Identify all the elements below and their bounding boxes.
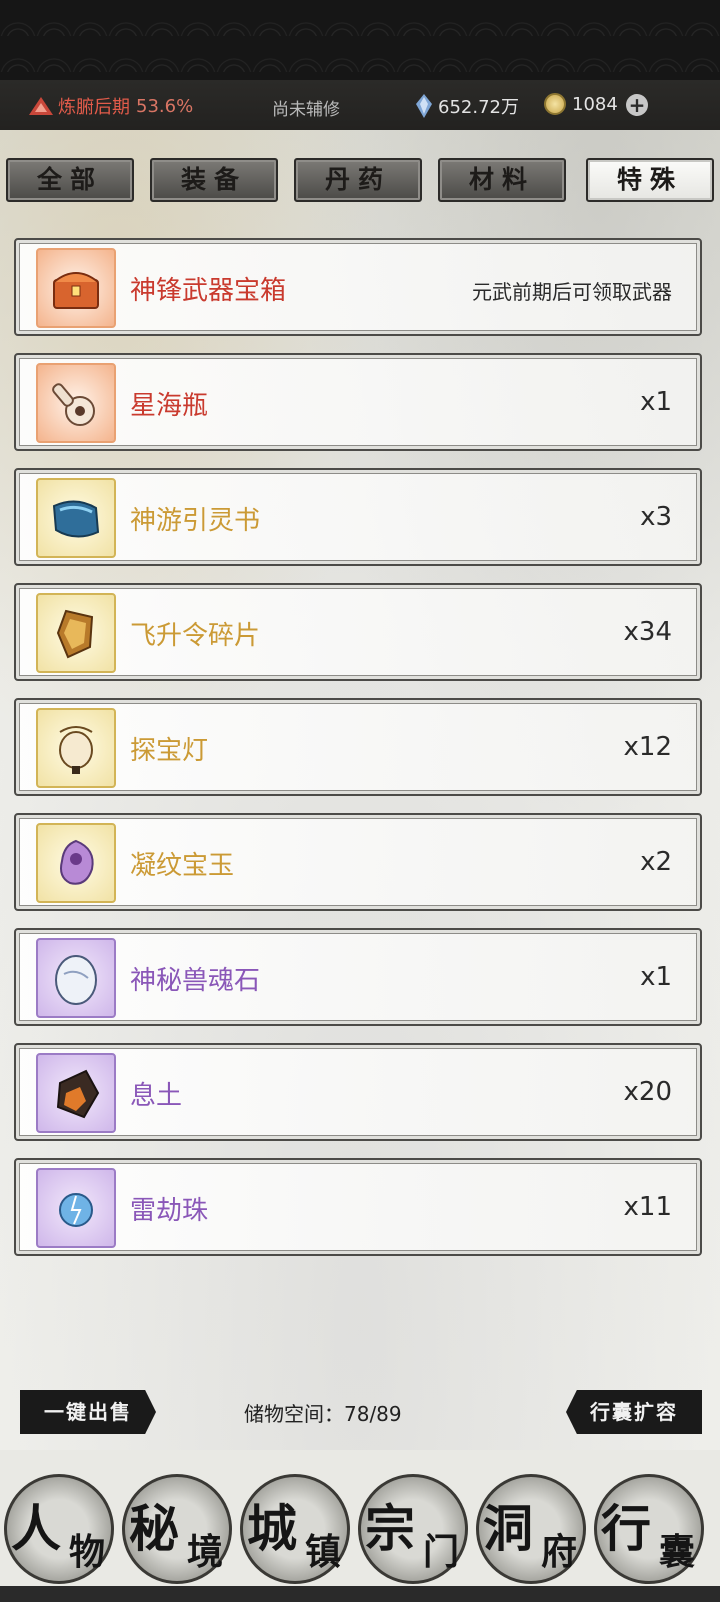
item-name: 凝纹宝玉	[130, 851, 235, 881]
status-bar: 炼腑后期 53.6% 尚未辅修 652.72万 1084 +	[0, 80, 720, 130]
category-tabs: 全部 装备 丹药 材料 特殊	[6, 158, 714, 202]
item-icon-frame	[36, 248, 116, 328]
realm-indicator: 炼腑后期 53.6%	[28, 93, 193, 119]
item-icon-frame	[36, 938, 116, 1018]
item-note: 元武前期后可领取武器	[472, 280, 672, 304]
tab-equipment[interactable]: 装备	[150, 158, 278, 202]
item-quantity: x1	[640, 962, 672, 992]
nav-character-small: 物	[68, 1531, 105, 1573]
realm-name: 炼腑后期	[58, 97, 130, 118]
item-name: 飞升令碎片	[130, 621, 261, 651]
nav-character[interactable]: 人 物	[4, 1474, 114, 1584]
coin-icon	[544, 93, 566, 115]
item-name: 息土	[130, 1081, 183, 1111]
nav-secret-realm[interactable]: 秘 境	[122, 1474, 232, 1584]
spirit-stone-value: 652.72万	[438, 97, 519, 118]
bottle-icon	[52, 383, 95, 426]
list-item[interactable]: 飞升令碎片 x34	[14, 583, 702, 681]
nav-town-small: 镇	[304, 1531, 341, 1573]
realm-percent: 53.6%	[136, 95, 194, 117]
soil-icon	[56, 1069, 100, 1119]
item-name: 神游引灵书	[130, 506, 261, 536]
coin-value: 1084	[572, 93, 618, 115]
storage-capacity: 储物空间：78/89	[244, 1402, 402, 1426]
assist-status[interactable]: 尚未辅修	[272, 95, 340, 120]
list-item[interactable]: 雷劫珠 x11	[14, 1158, 702, 1256]
item-icon-frame	[36, 478, 116, 558]
item-quantity: x12	[623, 732, 672, 762]
item-quantity: x1	[640, 387, 672, 417]
item-quantity: x34	[623, 617, 672, 647]
top-decorative-band	[0, 0, 720, 80]
tab-all[interactable]: 全部	[6, 158, 134, 202]
nav-cave-small: 府	[540, 1531, 577, 1573]
item-icon-frame	[36, 593, 116, 673]
item-icon-frame	[36, 1168, 116, 1248]
thunder-pearl-icon	[59, 1193, 93, 1227]
scroll-icon	[52, 500, 100, 538]
nav-town[interactable]: 城 镇	[240, 1474, 350, 1584]
list-item[interactable]: 息土 x20	[14, 1043, 702, 1141]
spirit-stone-icon	[416, 94, 432, 118]
nav-bag-small: 囊	[658, 1531, 695, 1573]
list-item[interactable]: 神秘兽魂石 x1	[14, 928, 702, 1026]
soul-stone-icon	[55, 955, 97, 1005]
plus-icon[interactable]: +	[626, 94, 648, 116]
item-name: 神锋武器宝箱	[130, 276, 287, 306]
nav-cave[interactable]: 洞 府	[476, 1474, 586, 1584]
nav-secret-realm-small: 境	[186, 1531, 223, 1573]
nav-bag-big: 行	[601, 1499, 651, 1558]
item-name: 雷劫珠	[130, 1196, 209, 1226]
nav-sect[interactable]: 宗 门	[358, 1474, 468, 1584]
nav-secret-realm-big: 秘	[129, 1499, 179, 1558]
item-icon-frame	[36, 1053, 116, 1133]
list-item[interactable]: 探宝灯 x12	[14, 698, 702, 796]
list-item[interactable]: 神锋武器宝箱 元武前期后可领取武器	[14, 238, 702, 336]
item-quantity: x11	[623, 1192, 672, 1222]
item-quantity: x20	[623, 1077, 672, 1107]
token-shard-icon	[56, 609, 94, 659]
nav-character-big: 人	[11, 1499, 61, 1558]
bottom-strip	[0, 1586, 720, 1602]
nav-town-big: 城	[247, 1499, 297, 1558]
bottom-nav: 人 物 秘 境 城 镇 宗 门 洞 府 行 囊	[0, 1474, 720, 1602]
expand-bag-button[interactable]: 行囊扩容	[566, 1390, 702, 1434]
bottom-info-bar: 一键出售 储物空间：78/89 行囊扩容	[0, 1390, 720, 1440]
tab-special[interactable]: 特殊	[586, 158, 714, 202]
nav-bag[interactable]: 行 囊	[594, 1474, 704, 1584]
item-name: 探宝灯	[130, 736, 209, 766]
realm-icon	[29, 97, 53, 115]
sell-all-button[interactable]: 一键出售	[20, 1390, 156, 1434]
item-icon-frame	[36, 363, 116, 443]
nav-sect-small: 门	[422, 1531, 459, 1573]
item-quantity: x2	[640, 847, 672, 877]
item-quantity: x3	[640, 502, 672, 532]
coin-balance: 1084	[544, 93, 618, 115]
tab-pills[interactable]: 丹药	[294, 158, 422, 202]
item-name: 神秘兽魂石	[130, 966, 261, 996]
nav-sect-big: 宗	[365, 1499, 415, 1558]
list-item[interactable]: 神游引灵书 x3	[14, 468, 702, 566]
lantern-icon	[59, 726, 93, 774]
item-name: 星海瓶	[130, 391, 209, 421]
spirit-stone-balance: 652.72万	[416, 93, 519, 119]
nav-cave-big: 洞	[483, 1499, 533, 1558]
treasure-chest-icon	[53, 272, 99, 309]
list-item[interactable]: 星海瓶 x1	[14, 353, 702, 451]
item-icon-frame	[36, 708, 116, 788]
tab-materials[interactable]: 材料	[438, 158, 566, 202]
item-icon-frame	[36, 823, 116, 903]
list-item[interactable]: 凝纹宝玉 x2	[14, 813, 702, 911]
jade-icon	[60, 839, 94, 885]
